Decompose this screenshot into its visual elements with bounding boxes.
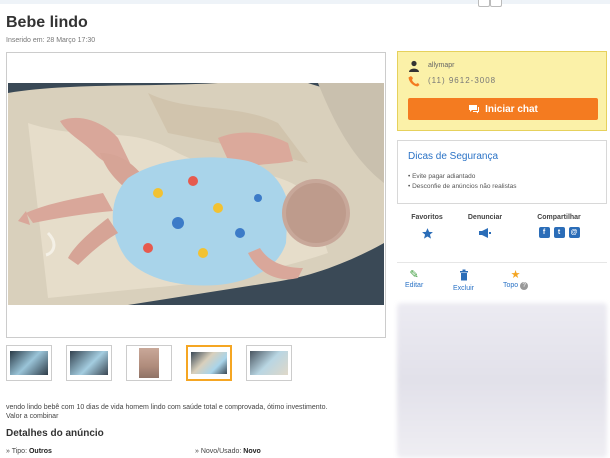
user-icon [409,60,419,72]
thumbnail[interactable] [126,345,172,381]
posted-date: Inserido em: 28 Março 17:30 [6,37,96,44]
facebook-icon[interactable]: f [538,227,550,238]
edit-tool[interactable]: ✎ Editar [405,269,423,289]
blurred-ad-panel [397,303,607,458]
thumbnail-selected[interactable] [186,345,232,381]
detail-condition: » Novo/Usado: Novo [195,448,261,455]
top-bar [0,0,610,4]
star-icon[interactable] [421,227,434,240]
detail-type-label: Tipo: [11,448,28,455]
seller-name[interactable]: allymapr [428,62,454,69]
thumbnail[interactable] [246,345,292,381]
description-price: Valor a combinar [6,413,59,420]
delete-label: Excluir [453,285,475,292]
share-label: Compartilhar [537,214,581,221]
main-image-frame[interactable] [6,52,386,338]
megaphone-icon[interactable] [478,227,492,239]
twitter-icon[interactable]: t [553,227,565,238]
delete-tool[interactable]: Excluir [453,269,474,292]
trash-icon [453,269,474,284]
tab-icon[interactable] [478,0,490,7]
top-label: Topo ? [503,282,529,290]
chat-button-label: Iniciar chat [485,103,538,115]
owner-tools: ✎ Editar Excluir ★ Topo ? [397,262,607,297]
report-action[interactable]: Denunciar [455,214,515,239]
safety-tip: • Evite pagar adiantado [408,173,476,180]
detail-condition-value: Novo [243,448,261,455]
listing-photo-image [8,83,384,305]
favorite-action[interactable]: Favoritos [397,214,457,239]
tab-icon[interactable] [490,0,502,7]
phone-icon [408,76,420,87]
detail-type-value: Outros [28,448,52,455]
chat-icon [469,105,480,114]
trophy-icon: ★ [510,269,521,281]
thumbnail[interactable] [6,345,52,381]
listing-description: vendo lindo bebê com 10 dias de vida hom… [6,403,376,421]
thumbnail[interactable] [66,345,112,381]
share-action: Compartilhar f t @ [519,214,599,239]
edit-label: Editar [405,282,424,289]
safety-tip: • Desconfie de anúncios não realistas [408,183,517,190]
details-heading: Detalhes do anúncio [6,428,104,439]
pencil-icon: ✎ [409,269,419,281]
start-chat-button[interactable]: Iniciar chat [408,98,598,120]
top-tool[interactable]: ★ Topo ? [503,269,529,290]
favorite-label: Favoritos [411,214,443,221]
seller-box: allymapr (11) 9612-3008 Iniciar chat [397,51,607,131]
detail-condition-label: Novo/Usado: [200,448,242,455]
safety-title[interactable]: Dicas de Segurança [408,151,498,162]
safety-tips-box: Dicas de Segurança • Evite pagar adianta… [397,140,607,204]
description-text: vendo lindo bebê com 10 dias de vida hom… [6,404,328,411]
report-label: Denunciar [467,214,503,221]
main-photo[interactable] [8,83,384,305]
seller-phone[interactable]: (11) 9612-3008 [428,76,496,85]
detail-type: » Tipo: Outros [6,448,52,455]
email-icon[interactable]: @ [568,227,580,238]
help-icon[interactable]: ? [520,282,529,290]
page-title: Bebe lindo [6,14,88,31]
